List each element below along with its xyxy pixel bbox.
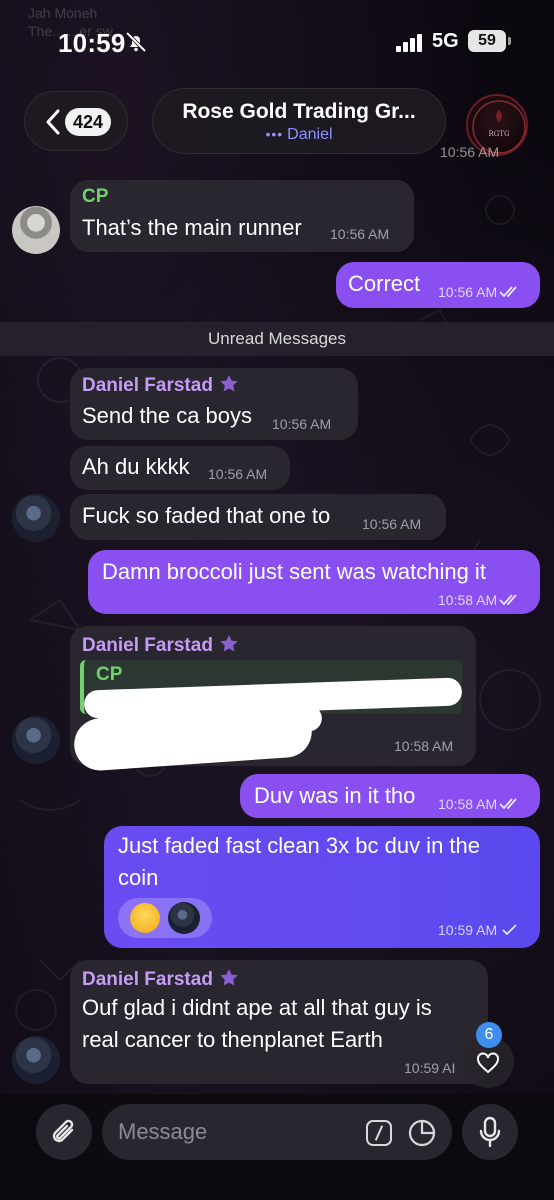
heart-icon [477, 1052, 499, 1074]
message-time: 10:58 AM [438, 796, 521, 812]
status-time: 10:59 [58, 28, 126, 58]
ghost-timestamp: 10:56 AM [440, 144, 500, 160]
message-bubble[interactable]: Daniel Farstad Send the ca boys 10:56 AM [70, 368, 358, 440]
message-text: coin [118, 865, 159, 890]
back-button[interactable]: 424 [24, 91, 128, 151]
avatar[interactable] [12, 494, 60, 542]
message-bubble[interactable]: Correct 10:56 AM [336, 262, 540, 308]
signal-icon [396, 34, 422, 52]
chevron-left-icon [46, 109, 60, 135]
unread-count-badge: 424 [65, 108, 112, 136]
message-input-container[interactable] [102, 1104, 452, 1160]
message-text: real cancer to thenplanet Earth [82, 1027, 383, 1052]
message-text: Send the ca boys [82, 403, 253, 428]
typing-dots-icon: ••• [265, 126, 284, 142]
star-icon [220, 635, 238, 652]
message-text: Ouf glad i didnt ape at all that guy is [82, 995, 432, 1020]
avatar[interactable] [12, 1036, 60, 1084]
message-bubble[interactable]: Duv was in it tho 10:58 AM [240, 774, 540, 818]
message-input[interactable] [118, 1118, 358, 1146]
typing-status: ••• Daniel [265, 126, 333, 143]
reply-sender: CP [96, 664, 123, 685]
message-bubble[interactable]: Fuck so faded that one to 10:56 AM [70, 494, 446, 540]
message-time: 10:56 AM [330, 226, 390, 242]
message-time: 10:56 AM [438, 284, 521, 300]
message-time: 10:56 AM [362, 516, 422, 532]
group-avatar-monogram: RGTG [488, 130, 510, 138]
message-bubble[interactable]: Damn broccoli just sent was watching it … [88, 550, 540, 614]
command-icon[interactable] [366, 1120, 392, 1146]
message-text: Damn broccoli just sent was watching it [102, 559, 486, 584]
attach-button[interactable] [36, 1104, 92, 1160]
check-icon [502, 924, 517, 936]
message-time: 10:59 AM [438, 922, 521, 938]
voice-message-button[interactable] [462, 1104, 518, 1160]
message-text: Ah du kkkk [82, 454, 190, 479]
reactions-count-badge: 6 [476, 1022, 502, 1048]
sender-name[interactable]: Daniel Farstad [82, 374, 239, 397]
sender-name[interactable]: CP [82, 186, 108, 208]
message-time: 10:59 AI [404, 1060, 456, 1076]
battery-indicator: 59 [468, 30, 511, 52]
message-bubble[interactable]: Daniel Farstad Ouf glad i didnt ape at a… [70, 960, 488, 1084]
status-bar: Jah Moneh The... ...er sw... 10:59 5G 59 [0, 0, 554, 80]
sticker-icon[interactable] [408, 1119, 436, 1147]
message-bubble[interactable]: CP That’s the main runner 10:56 AM [70, 180, 414, 252]
star-struck-emoji-icon[interactable] [130, 903, 160, 933]
message-time: 10:58 AM [438, 592, 521, 608]
message-text: Correct [348, 271, 421, 296]
sender-name[interactable]: Daniel Farstad [82, 634, 239, 657]
message-text: Just faded fast clean 3x bc duv in the [118, 833, 481, 858]
double-check-icon [499, 594, 517, 606]
message-time: 10:58 AM [394, 738, 454, 754]
double-check-icon [499, 798, 517, 810]
avatar[interactable] [12, 206, 60, 254]
unread-divider: Unread Messages [0, 322, 554, 356]
message-time: 10:56 AM [208, 466, 268, 482]
paperclip-icon [52, 1119, 74, 1143]
chat-title-button[interactable]: Rose Gold Trading Gr... ••• Daniel [152, 88, 446, 154]
star-icon [220, 375, 238, 392]
star-icon [220, 969, 238, 986]
chat-title: Rose Gold Trading Gr... [182, 100, 416, 123]
message-text: That’s the main runner [82, 215, 302, 240]
message-time: 10:56 AM [272, 416, 332, 432]
avatar[interactable] [12, 716, 60, 764]
bell-slash-icon [125, 31, 147, 53]
network-label: 5G [432, 30, 459, 52]
message-text: Duv was in it tho [254, 783, 416, 808]
reaction-avatar [168, 902, 200, 934]
double-check-icon [499, 286, 517, 298]
message-bubble[interactable]: Ah du kkkk 10:56 AM [70, 446, 290, 490]
reactions[interactable] [118, 898, 212, 938]
sender-name[interactable]: Daniel Farstad [82, 968, 239, 991]
microphone-icon [479, 1116, 501, 1148]
message-text: Fuck so faded that one to [82, 503, 331, 528]
